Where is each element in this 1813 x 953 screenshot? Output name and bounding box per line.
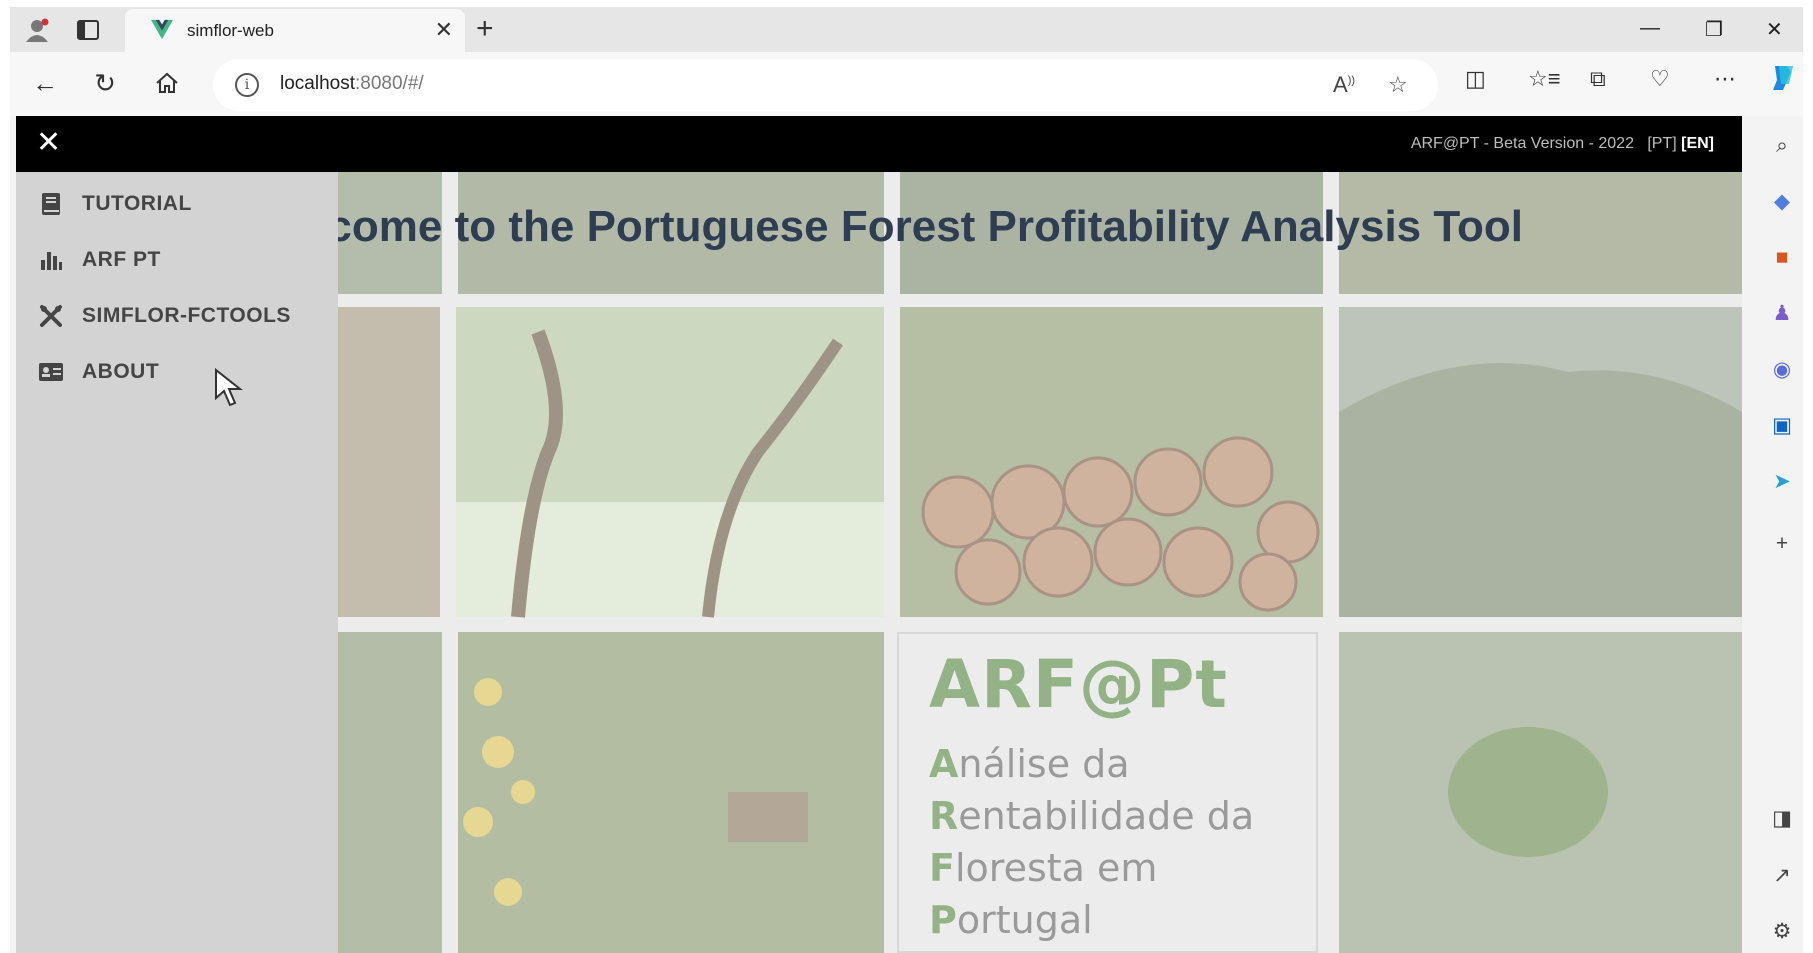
profile-icon[interactable]	[22, 15, 54, 45]
menu-item-tutorial[interactable]: TUTORIAL	[38, 184, 192, 224]
menu-item-arf-pt[interactable]: ARF PT	[38, 240, 161, 280]
address-text[interactable]: localhost:8080/#/	[280, 73, 424, 95]
settings-gear-icon[interactable]: ⚙	[1768, 918, 1796, 946]
tab-simflor-web[interactable]: simflor-web ✕	[125, 9, 465, 52]
menu-item-label: SIMFLOR-FCTOOLS	[82, 304, 291, 327]
logo-line-2: Rentabilidade da	[929, 794, 1255, 838]
id-card-icon	[38, 359, 64, 385]
language-pt-link[interactable]: [PT]	[1647, 135, 1676, 152]
site-info-icon[interactable]: i	[235, 73, 259, 97]
tab-bar: simflor-web ✕ + — ❐ ✕	[10, 7, 1803, 52]
tools-briefcase-icon[interactable]: ■	[1768, 244, 1796, 272]
outlook-icon[interactable]: ▣	[1768, 412, 1796, 440]
arf-logo-tile: ARF@Pt Análise da Rentabilidade da Flore…	[897, 632, 1318, 953]
menu-item-label: ARF PT	[82, 248, 161, 271]
book-icon	[38, 191, 64, 217]
read-aloud-icon[interactable]: A))	[1333, 72, 1355, 98]
games-icon[interactable]: ♟	[1768, 300, 1796, 328]
menu-item-about[interactable]: ABOUT	[38, 352, 159, 392]
back-icon[interactable]: ←	[28, 66, 62, 100]
open-external-icon[interactable]: ↗	[1768, 862, 1796, 890]
microsoft-365-icon[interactable]: ◉	[1768, 356, 1796, 384]
restore-icon[interactable]: ❐	[1705, 17, 1723, 42]
logo-line-3: Floresta em	[929, 846, 1158, 890]
collections-icon[interactable]: ⧉	[1590, 66, 1606, 92]
logo-line-4: Portugal	[929, 898, 1093, 942]
search-icon[interactable]: ⌕	[1768, 132, 1796, 160]
send-icon[interactable]: ➤	[1768, 468, 1796, 496]
side-menu: TUTORIAL ARF PT SIMFLOR-FCTOOLS ABOUT	[16, 172, 338, 953]
copilot-icon[interactable]	[1767, 62, 1799, 100]
minimize-icon[interactable]: —	[1640, 17, 1660, 40]
version-text: ARF@PT - Beta Version - 2022	[1410, 135, 1634, 152]
logo-line-1: Análise da	[929, 742, 1130, 786]
tab-title: simflor-web	[187, 21, 274, 40]
version-info: ARF@PT - Beta Version - 2022 [PT] [EN]	[1411, 135, 1714, 153]
close-window-icon[interactable]: ✕	[1766, 17, 1783, 42]
web-page: ✕ ARF@PT - Beta Version - 2022 [PT] [EN]	[16, 116, 1742, 953]
menu-item-label: ABOUT	[82, 360, 160, 383]
favorite-star-icon[interactable]: ☆	[1388, 72, 1408, 98]
tools-icon	[38, 303, 64, 329]
refresh-icon[interactable]: ↻	[88, 66, 122, 100]
more-options-icon[interactable]: ⋯	[1714, 66, 1736, 92]
browser-toolbar: ← ↻ i localhost:8080/#/ A)) ☆ ◫ ☆≡ ⧉ ♡ ⋯	[10, 52, 1803, 116]
hide-sidebar-icon[interactable]: ◨	[1768, 805, 1796, 833]
menu-item-simflor-fctools[interactable]: SIMFLOR-FCTOOLS	[38, 296, 291, 336]
close-menu-icon[interactable]: ✕	[36, 126, 61, 160]
welcome-heading: Welcome to the Portuguese Forest Profita…	[338, 202, 1523, 251]
add-sidebar-app-icon[interactable]: +	[1768, 530, 1796, 558]
menu-item-label: TUTORIAL	[82, 192, 192, 215]
split-screen-icon[interactable]: ◫	[1465, 66, 1486, 92]
logo-title: ARF@Pt	[929, 646, 1228, 723]
language-en-link[interactable]: [EN]	[1681, 135, 1714, 152]
address-bar[interactable]: i localhost:8080/#/ A)) ☆	[213, 59, 1438, 111]
browser-essentials-icon[interactable]: ♡	[1650, 66, 1670, 92]
vue-logo-icon	[151, 19, 173, 40]
tab-actions-icon[interactable]	[72, 15, 104, 45]
mouse-cursor-icon	[215, 368, 243, 407]
close-tab-icon[interactable]: ✕	[435, 17, 453, 43]
shopping-tag-icon[interactable]: ◆	[1768, 188, 1796, 216]
new-tab-icon[interactable]: +	[476, 12, 494, 46]
bar-chart-icon	[38, 247, 64, 273]
favorites-icon[interactable]: ☆≡	[1528, 66, 1561, 92]
app-topbar: ✕ ARF@PT - Beta Version - 2022 [PT] [EN]	[16, 116, 1742, 172]
home-icon[interactable]	[150, 66, 184, 100]
